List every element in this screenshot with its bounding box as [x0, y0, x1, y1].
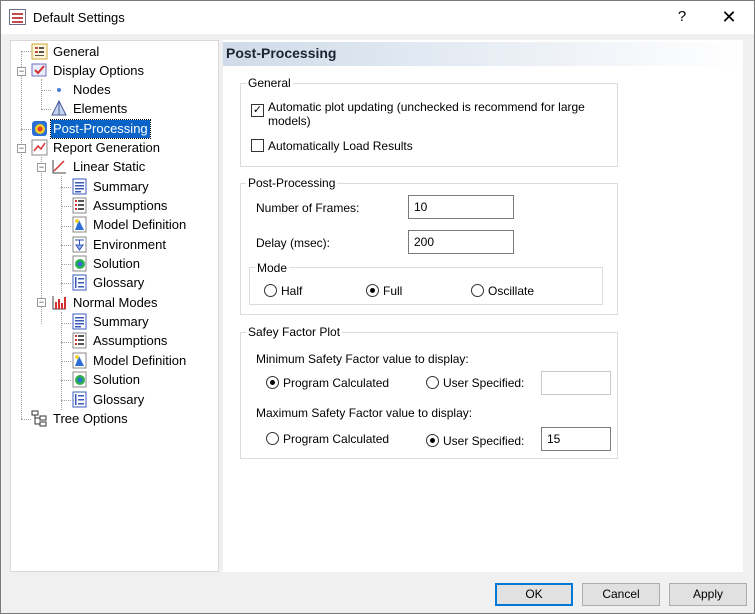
- settings-panel: Post-Processing General ✓ Automatic plot…: [223, 40, 743, 572]
- tree-item-label: Model Definition: [93, 353, 187, 368]
- max-program-calculated-label: Program Calculated: [283, 432, 390, 446]
- mode-oscillate-radio[interactable]: [471, 284, 484, 297]
- min-program-calculated-label: Program Calculated: [283, 376, 390, 390]
- settings-tree[interactable]: − − − − General Display Options Nodes El…: [10, 40, 219, 572]
- tree-item-label: Summary: [93, 179, 149, 194]
- min-program-calculated-radio[interactable]: [266, 376, 279, 389]
- mode-groupbox: Mode Half Full Oscillate: [249, 261, 603, 305]
- tree-item-label: General: [53, 44, 100, 59]
- general-groupbox: General ✓ Automatic plot updating (unche…: [240, 76, 618, 167]
- tree-item-label: Elements: [73, 101, 128, 116]
- min-user-specified-radio[interactable]: [426, 376, 439, 389]
- max-user-specified-input[interactable]: 15: [541, 427, 611, 451]
- window-title: Default Settings: [33, 10, 125, 25]
- max-safety-label: Maximum Safety Factor value to display:: [256, 406, 473, 420]
- report-generation-icon: [31, 139, 48, 156]
- mode-half-label: Half: [281, 284, 303, 298]
- solution-icon: [72, 371, 87, 388]
- tree-item-label: Environment: [93, 237, 166, 252]
- environment-icon: [72, 236, 87, 253]
- min-user-specified-label: User Specified:: [443, 376, 525, 390]
- tree-item-label: Assumptions: [93, 333, 168, 348]
- apply-button[interactable]: Apply: [669, 583, 747, 606]
- assumptions-list-icon: [72, 332, 87, 349]
- model-definition-icon: [72, 352, 87, 369]
- tree-item-label: Summary: [93, 314, 149, 329]
- linear-static-collapse-toggle[interactable]: −: [37, 163, 46, 172]
- min-user-specified-input[interactable]: [541, 371, 611, 395]
- panel-title: Post-Processing: [226, 45, 337, 61]
- tree-item-label: Model Definition: [93, 217, 187, 232]
- tree-item-label: Glossary: [93, 275, 145, 290]
- tree-item-label: Report Generation: [53, 140, 160, 155]
- mode-group-title: Mode: [255, 261, 290, 275]
- tree-item-label: Post-Processing: [50, 119, 151, 139]
- settings-app-icon: [9, 9, 26, 25]
- glossary-icon: [72, 391, 87, 408]
- cancel-button[interactable]: Cancel: [582, 583, 660, 606]
- mode-half-radio[interactable]: [264, 284, 277, 297]
- node-dot-icon: [57, 88, 61, 92]
- general-settings-icon: [31, 43, 48, 60]
- normal-modes-collapse-toggle[interactable]: −: [37, 298, 46, 307]
- elements-triangle-icon: [51, 100, 67, 116]
- report-generation-collapse-toggle[interactable]: −: [17, 144, 26, 153]
- tree-item-label: Solution: [93, 372, 140, 387]
- max-user-specified-label: User Specified:: [443, 434, 525, 448]
- tree-item-label: Normal Modes: [73, 295, 158, 310]
- auto-load-results-label: Automatically Load Results: [268, 139, 413, 153]
- max-user-specified-radio[interactable]: [426, 434, 439, 447]
- mode-oscillate-label: Oscillate: [488, 284, 535, 298]
- tree-item-label: Assumptions: [93, 198, 168, 213]
- glossary-icon: [72, 274, 87, 291]
- model-definition-icon: [72, 216, 87, 233]
- chart-icon: [52, 160, 66, 174]
- general-group-title: General: [246, 76, 293, 90]
- tree-item-label: Linear Static: [73, 159, 146, 174]
- min-safety-label: Minimum Safety Factor value to display:: [256, 352, 469, 366]
- close-button[interactable]: ✕: [714, 5, 744, 29]
- safety-factor-groupbox: Safey Factor Plot Minimum Safety Factor …: [240, 325, 618, 459]
- delay-label: Delay (msec):: [256, 236, 331, 250]
- help-button[interactable]: ?: [667, 5, 697, 29]
- tree-item-label: Tree Options: [53, 411, 128, 426]
- tree-item-label: Display Options: [53, 63, 145, 78]
- summary-doc-icon: [72, 313, 87, 330]
- tree-item-label: Glossary: [93, 392, 145, 407]
- mode-full-label: Full: [383, 284, 403, 298]
- ok-button[interactable]: OK: [495, 583, 573, 606]
- bar-chart-icon: [52, 296, 66, 310]
- assumptions-list-icon: [72, 197, 87, 214]
- display-options-collapse-toggle[interactable]: −: [17, 67, 26, 76]
- solution-icon: [72, 255, 87, 272]
- post-processing-group-title: Post-Processing: [246, 176, 338, 190]
- frames-label: Number of Frames:: [256, 201, 360, 215]
- max-program-calculated-radio[interactable]: [266, 432, 279, 445]
- auto-plot-updating-label: Automatic plot updating (unchecked is re…: [268, 100, 585, 128]
- post-processing-icon: [32, 121, 47, 136]
- display-options-icon: [31, 63, 47, 77]
- tree-options-icon: [31, 410, 47, 427]
- auto-load-results-checkbox[interactable]: [251, 139, 264, 152]
- auto-plot-updating-checkbox[interactable]: ✓: [251, 104, 264, 117]
- delay-input[interactable]: 200: [408, 230, 514, 254]
- default-settings-dialog: Default Settings ? ✕ − − − − General Dis…: [0, 0, 755, 614]
- title-bar: Default Settings ? ✕: [1, 1, 754, 34]
- post-processing-groupbox: Post-Processing Number of Frames: 10 Del…: [240, 176, 618, 315]
- summary-doc-icon: [72, 178, 87, 195]
- panel-header: Post-Processing: [223, 42, 743, 66]
- frames-input[interactable]: 10: [408, 195, 514, 219]
- mode-full-radio[interactable]: [366, 284, 379, 297]
- tree-item-label: Solution: [93, 256, 140, 271]
- safety-factor-group-title: Safey Factor Plot: [246, 325, 343, 339]
- tree-item-label: Nodes: [73, 82, 111, 97]
